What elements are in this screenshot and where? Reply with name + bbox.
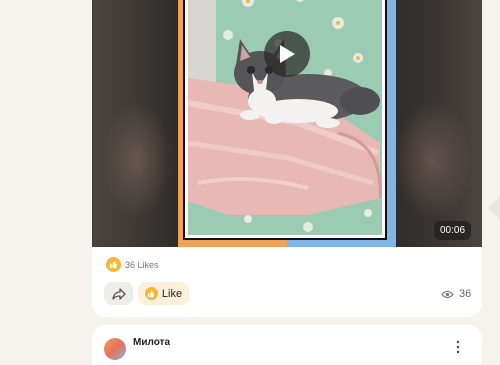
likes-count: 36 Likes (125, 259, 159, 270)
play-button[interactable] (264, 31, 310, 77)
avatar[interactable] (104, 338, 126, 360)
like-button[interactable]: Like (138, 282, 189, 305)
scroll-arrow-icon[interactable] (484, 196, 500, 220)
thumbs-up-icon (144, 287, 158, 300)
author-name[interactable]: Милота (133, 337, 170, 348)
play-icon (280, 45, 295, 63)
reactions-summary[interactable]: 36 Likes (106, 257, 159, 272)
video-player[interactable]: 00:06 (92, 0, 482, 247)
video-duration: 00:06 (434, 221, 472, 240)
next-post-card: Милота (92, 325, 482, 365)
share-button[interactable] (104, 282, 133, 305)
views-count: 36 (459, 288, 472, 300)
share-arrow-icon (111, 287, 126, 300)
video-blur-background-right (382, 0, 482, 247)
thumbs-up-icon (106, 257, 121, 272)
more-vertical-icon[interactable] (455, 340, 461, 354)
views-counter: 36 (441, 288, 471, 300)
eye-icon (441, 290, 454, 298)
video-blur-background-left (92, 0, 182, 247)
like-button-label: Like (161, 287, 183, 300)
